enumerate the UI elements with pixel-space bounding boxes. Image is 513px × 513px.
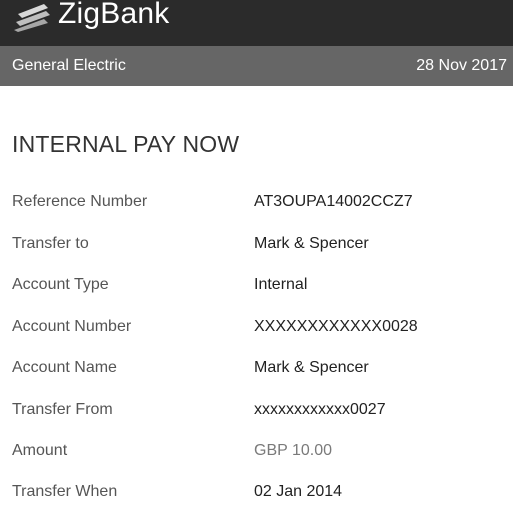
detail-value: Mark & Spencer (254, 359, 369, 376)
detail-label: Account Type (12, 276, 109, 293)
detail-label: Amount (12, 442, 68, 459)
detail-value: Internal (254, 276, 308, 293)
detail-label: Transfer to (12, 235, 89, 252)
detail-value: AT3OUPA14002CCZ7 (254, 193, 413, 210)
detail-row-amount: Amount GBP 10.00 (0, 442, 513, 472)
account-context-bar: General Electric 28 Nov 2017 (0, 46, 513, 86)
detail-row-transfer-when: Transfer When 02 Jan 2014 (0, 483, 513, 513)
brand-name: ZigBank (58, 0, 170, 30)
current-date: 28 Nov 2017 (416, 57, 507, 74)
detail-label: Account Name (12, 359, 117, 376)
detail-label: Transfer From (12, 401, 113, 418)
detail-value: Mark & Spencer (254, 235, 369, 252)
detail-label: Transfer When (12, 483, 118, 500)
detail-value: 02 Jan 2014 (254, 483, 343, 500)
detail-row-account-number: Account Number XXXXXXXXXXXX0028 (0, 318, 513, 348)
page-title: INTERNAL PAY NOW (12, 131, 240, 157)
detail-label: Reference Number (12, 193, 148, 210)
detail-value: xxxxxxxxxxxx0027 (254, 401, 386, 418)
detail-value: XXXXXXXXXXXX0028 (254, 318, 418, 335)
app-header: ZigBank (0, 0, 513, 46)
detail-row-transfer-to: Transfer to Mark & Spencer (0, 235, 513, 265)
detail-value: GBP 10.00 (254, 442, 332, 459)
zigbank-logo-icon (14, 4, 50, 32)
detail-row-reference-number: Reference Number AT3OUPA14002CCZ7 (0, 193, 513, 223)
detail-row-transfer-from: Transfer From xxxxxxxxxxxx0027 (0, 401, 513, 431)
detail-label: Account Number (12, 318, 132, 335)
detail-row-account-type: Account Type Internal (0, 276, 513, 306)
company-name: General Electric (12, 57, 126, 74)
detail-row-account-name: Account Name Mark & Spencer (0, 359, 513, 389)
